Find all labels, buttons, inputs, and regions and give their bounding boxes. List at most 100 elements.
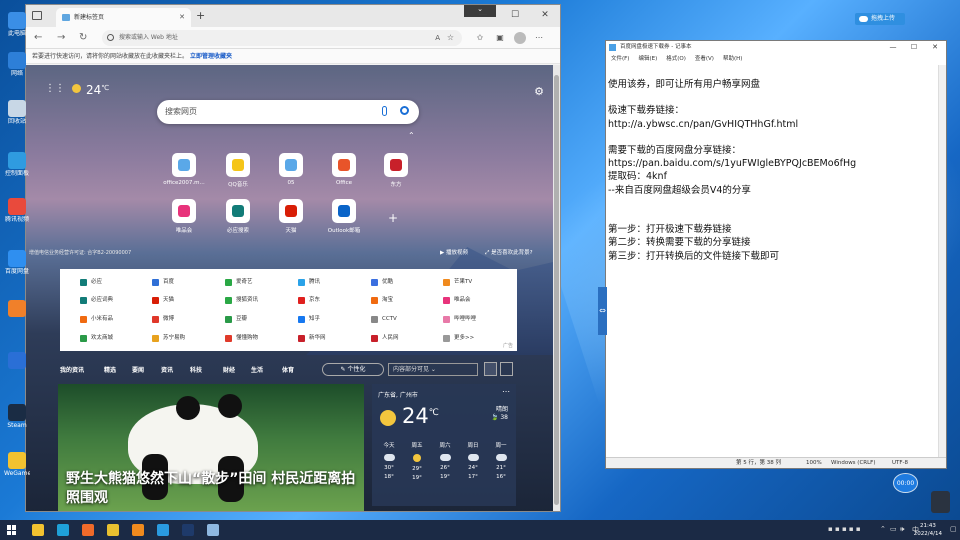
site-link[interactable]: 豆瓣 bbox=[225, 315, 247, 324]
site-link[interactable]: 必应 bbox=[80, 278, 102, 287]
desktop-icon[interactable]: 网络 bbox=[4, 52, 30, 82]
desktop-icon[interactable]: 腾讯视频 bbox=[4, 198, 30, 228]
headline-news-card[interactable]: 野生大熊猫悠然下山“散步”田间 村民近距离拍照围观 bbox=[58, 384, 364, 511]
app-orange-icon[interactable] bbox=[132, 524, 144, 536]
site-link[interactable]: 知乎 bbox=[298, 315, 320, 324]
read-aloud-icon[interactable]: A bbox=[435, 30, 440, 46]
collections-icon[interactable]: ▣ bbox=[494, 32, 506, 44]
desktop-icon[interactable] bbox=[4, 352, 30, 382]
notepad-menu-item[interactable]: 查看(V) bbox=[695, 56, 714, 62]
notepad-menu-item[interactable]: 文件(F) bbox=[611, 56, 629, 62]
scrollbar-thumb[interactable] bbox=[554, 75, 559, 505]
site-link[interactable]: 芒果TV bbox=[443, 278, 472, 287]
site-link[interactable]: 腾讯 bbox=[298, 278, 320, 287]
minimize-button[interactable]: — bbox=[882, 41, 904, 54]
desktop-icon[interactable]: Steam bbox=[4, 404, 30, 434]
tray-app-icons[interactable]: ▪ ▪ ▪ ▪ ▪ bbox=[828, 525, 861, 533]
minimize-button[interactable]: — bbox=[468, 5, 498, 27]
notepad-scrollbar[interactable] bbox=[938, 65, 946, 457]
list-view-icon[interactable] bbox=[500, 362, 513, 376]
file-explorer-icon[interactable] bbox=[32, 524, 44, 536]
favorite-star-icon[interactable]: ☆ bbox=[447, 30, 454, 46]
site-link[interactable]: 必应词典 bbox=[80, 296, 113, 305]
desktop-icon[interactable]: WeGame bbox=[4, 452, 30, 482]
chrome-icon[interactable] bbox=[107, 524, 119, 536]
site-link[interactable]: 淘宝 bbox=[371, 296, 393, 305]
forecast-day[interactable]: 周一 21° 16° bbox=[490, 442, 512, 482]
notification-icon[interactable]: ▢ bbox=[950, 525, 957, 533]
manage-favorites-link[interactable]: 立即管理收藏夹 bbox=[190, 53, 232, 60]
notepad-menu-item[interactable]: 编辑(E) bbox=[638, 56, 657, 62]
site-link[interactable]: 欢太商城 bbox=[80, 334, 113, 343]
desktop-icon[interactable] bbox=[4, 300, 30, 330]
site-link[interactable]: 天猫 bbox=[152, 296, 174, 305]
feed-tab[interactable]: 体育 bbox=[282, 365, 294, 374]
forecast-day[interactable]: 周五 29° 19° bbox=[406, 442, 428, 483]
search-icon[interactable] bbox=[400, 106, 409, 115]
gp-floating-badge[interactable]: 00:00 bbox=[893, 473, 918, 493]
page-scrollbar[interactable] bbox=[553, 65, 560, 511]
upload-button[interactable]: 拖拽上传 bbox=[855, 13, 905, 25]
quick-link-tile[interactable]: Office bbox=[322, 153, 366, 186]
site-link[interactable]: 搜狐资讯 bbox=[225, 296, 258, 305]
weather-card[interactable]: 广东省, 广州市 ⋯ 24℃ 晴朗 🍃 38 今天 30° 18° 周五 29° 19° 周六… bbox=[372, 384, 516, 506]
site-link[interactable]: 京东 bbox=[298, 296, 320, 305]
desktop-icon[interactable]: 百度网盘 bbox=[4, 250, 30, 280]
quick-link-tile[interactable]: QQ音乐 bbox=[216, 153, 260, 188]
site-link[interactable]: 微博 bbox=[152, 315, 174, 324]
side-panel-handle[interactable]: ⇔ bbox=[598, 287, 607, 335]
tab-actions-icon[interactable] bbox=[32, 11, 42, 20]
floating-app-icon[interactable] bbox=[931, 491, 950, 513]
firefox-icon[interactable] bbox=[82, 524, 94, 536]
web-search-box[interactable]: 搜索网页 bbox=[157, 100, 419, 124]
quick-link-tile[interactable]: 唯品会 bbox=[162, 199, 206, 234]
more-menu-icon[interactable]: ⋯ bbox=[533, 32, 545, 44]
site-link[interactable]: 唯品会 bbox=[443, 296, 471, 305]
maximize-button[interactable]: ☐ bbox=[500, 5, 530, 27]
feed-tab[interactable]: 生活 bbox=[251, 365, 263, 374]
microphone-icon[interactable] bbox=[382, 106, 387, 116]
edge-icon[interactable] bbox=[57, 524, 69, 536]
notepad-title-bar[interactable]: 百度网盘极速下载券 - 记事本 — ☐ ✕ bbox=[606, 41, 946, 54]
feed-tab[interactable]: 财经 bbox=[223, 365, 235, 374]
forecast-day[interactable]: 周六 26° 19° bbox=[434, 442, 456, 482]
site-link[interactable]: 爱奇艺 bbox=[225, 278, 253, 287]
weather-summary[interactable]: 24℃ bbox=[72, 83, 109, 97]
site-link[interactable]: 人民网 bbox=[371, 334, 399, 343]
quick-link-tile[interactable]: 东方 bbox=[374, 153, 418, 188]
collapse-chevron-icon[interactable]: ⌃ bbox=[408, 131, 415, 140]
notepad-icon[interactable] bbox=[207, 524, 219, 536]
volume-icon[interactable]: 🕪 bbox=[900, 525, 904, 534]
personalize-button[interactable]: ✎ 个性化 bbox=[322, 363, 384, 376]
quick-link-tile[interactable]: 天猫 bbox=[269, 199, 313, 234]
notepad-text-area[interactable]: 使用该券，即可让所有用户畅享网盘 极速下载券链接： http://a.ybwsc… bbox=[608, 78, 936, 263]
site-link[interactable]: 百度 bbox=[152, 278, 174, 287]
desktop-icon[interactable]: 此电脑 bbox=[4, 12, 30, 42]
notepad-menu-item[interactable]: 帮助(H) bbox=[723, 56, 742, 62]
quick-link-tile[interactable]: office2007.m... bbox=[162, 153, 206, 186]
more-options-icon[interactable]: ⋯ bbox=[502, 387, 510, 396]
site-link[interactable]: 更多>> bbox=[443, 334, 474, 343]
play-video-button[interactable]: ▶ 播放视频 bbox=[440, 248, 468, 256]
grid-view-icon[interactable] bbox=[484, 362, 497, 376]
network-icon[interactable]: ▭ bbox=[890, 525, 897, 533]
close-window-button[interactable]: ✕ bbox=[530, 5, 560, 27]
feed-tab[interactable]: 我的资讯 bbox=[60, 365, 84, 374]
refresh-icon[interactable]: ↻ bbox=[79, 31, 87, 44]
desktop-icon[interactable]: 回收站 bbox=[4, 100, 30, 130]
add-shortcut-button[interactable]: + bbox=[388, 211, 398, 225]
quick-link-tile[interactable]: Outlook邮箱 bbox=[322, 199, 366, 234]
back-arrow-icon[interactable]: ← bbox=[34, 31, 42, 44]
content-visibility-select[interactable]: 内容部分可见 ⌄ bbox=[388, 363, 478, 376]
forward-arrow-icon[interactable]: → bbox=[57, 31, 65, 44]
site-link[interactable]: 优酷 bbox=[371, 278, 393, 287]
favorites-icon[interactable]: ✩ bbox=[474, 32, 486, 44]
site-link[interactable]: CCTV bbox=[371, 315, 397, 324]
site-link[interactable]: 苏宁易购 bbox=[152, 334, 185, 343]
desktop-icon[interactable]: 控制面板 bbox=[4, 152, 30, 182]
site-link[interactable]: 懂懂购物 bbox=[225, 334, 258, 343]
close-window-button[interactable]: ✕ bbox=[924, 41, 946, 54]
forecast-day[interactable]: 周日 24° 17° bbox=[462, 442, 484, 482]
quick-link-tile[interactable]: 05 bbox=[269, 153, 313, 186]
new-tab-button[interactable]: + bbox=[196, 8, 205, 24]
